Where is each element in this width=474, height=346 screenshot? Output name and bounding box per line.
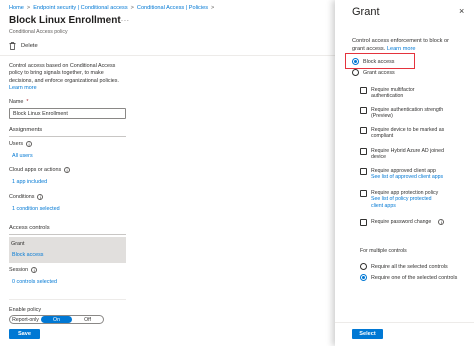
info-icon[interactable]: i bbox=[31, 267, 38, 273]
assignments-heading: Assignments bbox=[9, 127, 43, 133]
close-icon[interactable]: × bbox=[459, 6, 464, 16]
radio-unchecked[interactable] bbox=[352, 69, 359, 76]
grant-access-radio[interactable]: Grant access bbox=[352, 69, 395, 76]
breadcrumb-separator: > bbox=[26, 5, 31, 11]
session-label: Session i bbox=[9, 267, 38, 273]
checkbox[interactable] bbox=[360, 87, 367, 94]
page-subtitle: Conditional Access policy bbox=[9, 29, 68, 35]
breadcrumb: Home > Endpoint security | Conditional acc… bbox=[9, 5, 217, 11]
radio-checked[interactable] bbox=[352, 58, 359, 65]
radio-checked[interactable] bbox=[360, 274, 367, 281]
control-label: Require password change bbox=[371, 219, 432, 225]
policy-blade: Home > Endpoint security | Conditional acc… bbox=[0, 0, 335, 346]
control-label: Require Hybrid Azure AD joined device bbox=[371, 148, 444, 161]
require-one-radio[interactable]: Require one of the selected controls bbox=[360, 274, 457, 281]
grant-value-link[interactable]: Block access bbox=[12, 252, 43, 258]
conditions-label: Conditions i bbox=[9, 194, 44, 200]
info-icon[interactable]: i bbox=[26, 141, 33, 147]
users-link[interactable]: All users bbox=[12, 153, 33, 159]
control-auth-strength[interactable]: Require authentication strength (Preview… bbox=[360, 107, 445, 120]
checkbox[interactable] bbox=[360, 148, 367, 155]
breadcrumb-separator: > bbox=[211, 5, 215, 11]
control-label: Require device to be marked as compliant bbox=[371, 127, 445, 140]
protected-apps-link[interactable]: See list of policy protected client apps bbox=[371, 196, 445, 209]
delete-button[interactable]: Delete bbox=[9, 42, 38, 50]
grant-footer-divider bbox=[335, 322, 474, 323]
checkbox[interactable] bbox=[360, 107, 367, 114]
toggle-on[interactable]: On bbox=[41, 316, 72, 323]
control-label: Require authentication strength (Preview… bbox=[371, 107, 444, 120]
more-options-button[interactable]: ... bbox=[121, 16, 130, 23]
control-app-protection[interactable]: Require app protection policy See list o… bbox=[360, 190, 445, 209]
toggle-off[interactable]: Off bbox=[72, 316, 103, 323]
info-icon[interactable]: i bbox=[438, 219, 445, 225]
grant-label: Grant bbox=[11, 241, 25, 247]
session-link[interactable]: 0 controls selected bbox=[12, 279, 57, 285]
conditions-link[interactable]: 1 condition selected bbox=[12, 206, 60, 212]
cloud-apps-label-text: Cloud apps or actions bbox=[9, 167, 62, 173]
access-controls-heading: Access controls bbox=[9, 225, 50, 231]
control-hybrid-joined[interactable]: Require Hybrid Azure AD joined device bbox=[360, 148, 445, 161]
grant-description: Control access enforcement to block or g… bbox=[352, 38, 462, 53]
require-one-label: Require one of the selected controls bbox=[371, 274, 458, 281]
delete-label: Delete bbox=[21, 43, 38, 49]
name-label-text: Name bbox=[9, 99, 24, 105]
info-icon[interactable]: i bbox=[64, 167, 71, 173]
name-label: Name * bbox=[9, 99, 29, 105]
approved-apps-link[interactable]: See list of approved client apps bbox=[371, 174, 445, 180]
control-approved-client-app[interactable]: Require approved client app See list of … bbox=[360, 168, 445, 181]
name-input-value: Block Linux Enrollment bbox=[13, 110, 68, 117]
grant-panel-title: Grant bbox=[352, 6, 380, 18]
breadcrumb-separator: > bbox=[130, 5, 134, 11]
checkbox[interactable] bbox=[360, 127, 367, 134]
learn-more-link[interactable]: Learn more bbox=[9, 85, 37, 91]
enable-policy-toggle[interactable]: Report-only On Off bbox=[9, 315, 104, 324]
block-access-label: Block access bbox=[363, 58, 395, 65]
checkbox[interactable] bbox=[360, 168, 367, 175]
control-label: Require multifactor authentication bbox=[371, 87, 415, 100]
trash-icon bbox=[9, 42, 16, 50]
session-label-text: Session bbox=[9, 267, 29, 273]
conditions-label-text: Conditions bbox=[9, 194, 35, 200]
breadcrumb-item-home[interactable]: Home bbox=[9, 5, 24, 11]
toolbar-divider bbox=[0, 55, 335, 56]
radio-unchecked[interactable] bbox=[360, 263, 367, 270]
users-label: Users i bbox=[9, 141, 33, 147]
enable-policy-label: Enable policy bbox=[9, 307, 42, 313]
grant-learn-more-link[interactable]: Learn more bbox=[387, 46, 416, 52]
cloud-apps-link[interactable]: 1 app included bbox=[12, 179, 47, 185]
control-device-compliant[interactable]: Require device to be marked as compliant bbox=[360, 127, 445, 140]
save-button[interactable]: Save bbox=[9, 329, 40, 339]
multiple-controls-label: For multiple controls bbox=[360, 248, 407, 254]
select-button[interactable]: Select bbox=[352, 329, 383, 339]
page-title: Block Linux Enrollment bbox=[9, 15, 121, 26]
grant-access-label: Grant access bbox=[363, 69, 395, 76]
footer-divider bbox=[9, 299, 126, 300]
checkbox[interactable] bbox=[360, 190, 367, 197]
control-mfa[interactable]: Require multifactor authentication bbox=[360, 87, 445, 100]
breadcrumb-item-policies[interactable]: Conditional Access | Policies bbox=[137, 5, 208, 11]
required-marker: * bbox=[26, 99, 29, 105]
control-password-change[interactable]: Require password change i bbox=[360, 219, 445, 226]
require-all-label: Require all the selected controls bbox=[371, 263, 448, 270]
cloud-apps-label: Cloud apps or actions i bbox=[9, 167, 71, 173]
toggle-report-only[interactable]: Report-only bbox=[10, 316, 41, 323]
assignments-divider bbox=[9, 136, 126, 137]
info-icon[interactable]: i bbox=[37, 194, 44, 200]
name-input[interactable]: Block Linux Enrollment bbox=[9, 108, 126, 119]
users-label-text: Users bbox=[9, 141, 24, 147]
access-controls-divider bbox=[9, 234, 126, 235]
policy-description: Control access based on Conditional Acce… bbox=[9, 63, 127, 92]
require-all-radio[interactable]: Require all the selected controls bbox=[360, 263, 448, 270]
block-access-radio[interactable]: Block access bbox=[352, 58, 394, 65]
grant-row-selected[interactable]: Grant Block access bbox=[9, 237, 126, 263]
policy-description-text: Control access based on Conditional Acce… bbox=[9, 63, 119, 84]
checkbox[interactable] bbox=[360, 219, 367, 226]
breadcrumb-item-endpoint-security[interactable]: Endpoint security | Conditional access bbox=[33, 5, 127, 11]
